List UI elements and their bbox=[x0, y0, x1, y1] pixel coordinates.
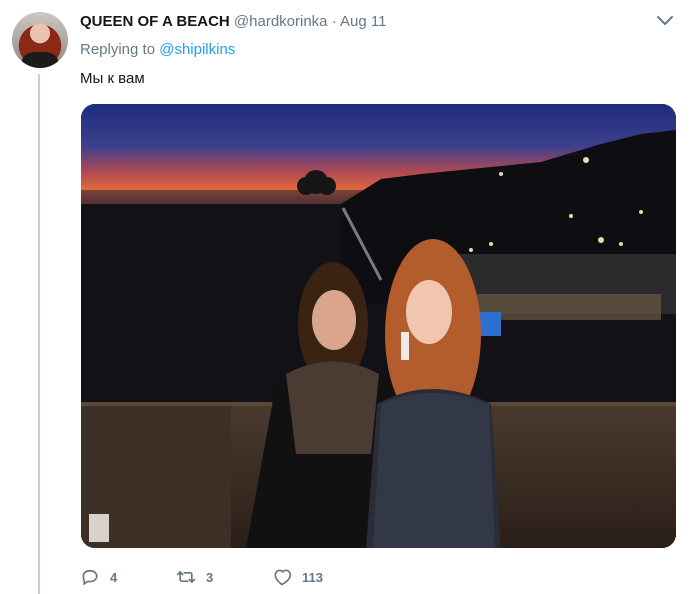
replying-to: Replying to @shipilkins bbox=[80, 41, 235, 58]
heart-icon bbox=[274, 569, 292, 586]
tweet-date[interactable]: Aug 11 bbox=[340, 13, 386, 30]
like-count: 113 bbox=[302, 569, 323, 585]
replying-to-link[interactable]: @shipilkins bbox=[159, 41, 235, 58]
replying-prefix: Replying to bbox=[80, 41, 156, 58]
reply-icon bbox=[82, 569, 98, 585]
retweet-icon bbox=[176, 571, 196, 583]
reply-count: 4 bbox=[110, 569, 118, 585]
display-name[interactable]: QUEEN OF A BEACH bbox=[80, 13, 230, 30]
reply-button[interactable]: 4 bbox=[80, 567, 176, 587]
retweet-count: 3 bbox=[206, 569, 214, 585]
separator-dot: · bbox=[331, 13, 337, 30]
avatar-shirt bbox=[22, 52, 58, 68]
tweet-photo[interactable] bbox=[81, 104, 676, 548]
thread-line bbox=[38, 74, 40, 594]
user-handle[interactable]: @hardkorinka bbox=[234, 13, 328, 30]
chevron-down-icon[interactable] bbox=[656, 14, 674, 28]
tweet-text: Мы к вам bbox=[80, 70, 145, 87]
avatar[interactable] bbox=[12, 12, 68, 68]
photo-illustration bbox=[81, 104, 676, 548]
like-button[interactable]: 113 bbox=[272, 567, 323, 587]
retweet-button[interactable]: 3 bbox=[176, 567, 272, 587]
tweet-actions: 4 3 113 bbox=[80, 566, 323, 588]
tweet-header: QUEEN OF A BEACH @hardkorinka · Aug 11 bbox=[80, 13, 386, 30]
